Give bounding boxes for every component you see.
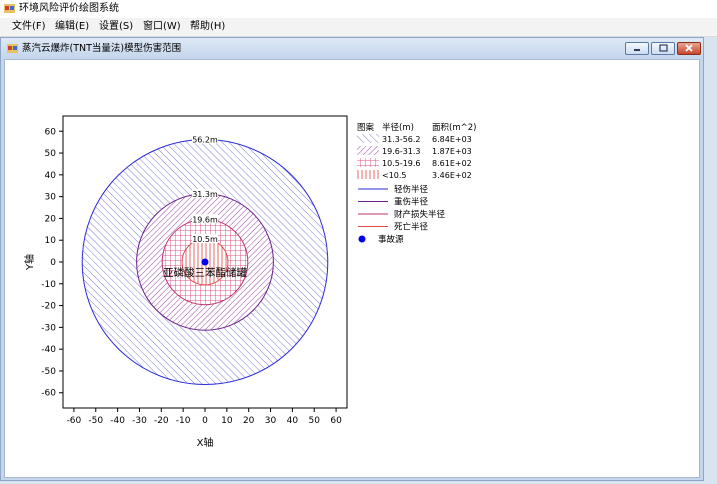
y-tick-label: -40 <box>41 345 56 355</box>
legend-zone-area: 3.46E+02 <box>432 171 472 180</box>
hazard-chart: -60 -50 -40 -30 -20 -10 0 10 20 30 40 50 60 60 50 40 30… <box>23 115 476 449</box>
app-title-bar: 环境风险评价绘图系统 <box>0 0 717 18</box>
x-axis-label: X轴 <box>197 436 214 449</box>
x-axis: -60 -50 -40 -30 -20 -10 0 10 20 30 40 50 60 <box>67 408 342 426</box>
menu-settings[interactable]: 设置(S) <box>97 21 135 33</box>
x-tick-label: 60 <box>330 416 342 426</box>
x-tick-label: -60 <box>67 416 82 426</box>
x-tick-label: 30 <box>265 416 277 426</box>
y-tick-label: -50 <box>41 367 56 377</box>
y-tick-label: -60 <box>41 389 56 399</box>
legend-zone-area: 6.84E+03 <box>432 135 472 144</box>
menu-help[interactable]: 帮助(H) <box>188 21 227 33</box>
accident-source-marker <box>201 258 209 266</box>
legend-header-pattern: 图案 <box>357 122 375 133</box>
chart-window-title-bar[interactable]: 蒸汽云爆炸(TNT当量法)模型伤害范围 <box>1 38 703 59</box>
legend-pattern-swatch <box>357 170 379 179</box>
restore-button[interactable] <box>651 42 675 55</box>
x-tick-label: 0 <box>202 416 208 426</box>
x-tick-label: -50 <box>88 416 103 426</box>
y-tick-label: 50 <box>45 149 57 159</box>
x-tick-label: 20 <box>243 416 255 426</box>
chart-canvas: -60 -50 -40 -30 -20 -10 0 10 20 30 40 50 60 60 50 40 30… <box>4 59 700 478</box>
close-icon <box>685 44 693 52</box>
x-tick-label: 50 <box>309 416 321 426</box>
legend-zone-area: 8.61E+02 <box>432 159 472 168</box>
y-tick-label: 40 <box>45 171 57 181</box>
legend-zone-range: 31.3-56.2 <box>382 135 421 144</box>
y-tick-label: 60 <box>45 127 57 137</box>
legend-line-label: 重伤半径 <box>394 197 429 208</box>
menu-window[interactable]: 窗口(W) <box>141 21 183 33</box>
window-icon <box>7 44 18 53</box>
ring-label: 10.5m <box>192 235 218 244</box>
menu-bar: 文件(F) 编辑(E) 设置(S) 窗口(W) 帮助(H) <box>0 18 717 37</box>
ring-label: 19.6m <box>192 215 218 224</box>
y-tick-label: 20 <box>45 214 57 224</box>
chart-window-title: 蒸汽云爆炸(TNT当量法)模型伤害范围 <box>22 43 182 54</box>
menu-file[interactable]: 文件(F) <box>10 21 48 33</box>
legend-zone-area: 1.87E+03 <box>432 147 472 156</box>
legend-source-marker <box>358 235 366 243</box>
legend-line-rows: 轻伤半径重伤半径财产损失半径死亡半径事故源 <box>358 184 446 245</box>
legend-header-area: 面积(m^2) <box>432 122 476 133</box>
app-title: 环境风险评价绘图系统 <box>19 3 119 14</box>
chart-window: 蒸汽云爆炸(TNT当量法)模型伤害范围 -60 -50 -40 -30 -20 … <box>0 37 704 481</box>
menu-edit[interactable]: 编辑(E) <box>53 21 91 33</box>
restore-icon <box>659 44 668 52</box>
y-axis: 60 50 40 30 20 10 0 -10 -20 -30 -40 -50 -60 <box>41 127 63 399</box>
x-tick-label: 10 <box>221 416 233 426</box>
legend-zone-range: <10.5 <box>382 171 407 180</box>
accident-source-label: 亚磷酸三苯酯储罐 <box>163 266 247 279</box>
app-icon <box>4 4 15 13</box>
legend-zone-rows: 31.3-56.2 6.84E+03 19.6-31.3 1.87E+03 10.5-1… <box>357 134 472 180</box>
ring-label: 56.2m <box>192 136 218 145</box>
minimize-icon <box>634 49 640 51</box>
legend-line-label: 死亡半径 <box>394 222 429 233</box>
ring-label: 31.3m <box>192 190 218 199</box>
y-tick-label: -20 <box>41 302 56 312</box>
y-tick-label: 0 <box>50 258 56 268</box>
legend-line-label: 轻伤半径 <box>394 184 429 195</box>
y-tick-label: 10 <box>45 236 57 246</box>
y-tick-label: -10 <box>41 280 56 290</box>
x-tick-label: 40 <box>287 416 299 426</box>
legend-pattern-swatch <box>357 146 379 155</box>
legend-zone-range: 19.6-31.3 <box>382 147 421 156</box>
close-button[interactable] <box>677 42 701 55</box>
x-tick-label: -30 <box>132 416 147 426</box>
legend-line-label: 财产损失半径 <box>394 209 446 220</box>
x-tick-label: -10 <box>176 416 191 426</box>
legend-pattern-swatch <box>357 134 379 143</box>
legend-pattern-swatch <box>357 158 379 167</box>
x-tick-label: -40 <box>110 416 125 426</box>
legend-zone-range: 10.5-19.6 <box>382 159 421 168</box>
legend-header-radius: 半径(m) <box>382 122 414 133</box>
legend-source-label: 事故源 <box>378 234 404 245</box>
x-tick-label: -20 <box>154 416 169 426</box>
y-tick-label: -30 <box>41 323 56 333</box>
legend: 图案 半径(m) 面积(m^2) 31.3-56.2 6.84E+03 19.6-3… <box>357 122 476 245</box>
y-axis-label: Y轴 <box>23 254 36 271</box>
minimize-button[interactable] <box>625 42 649 55</box>
y-tick-label: 30 <box>45 193 57 203</box>
